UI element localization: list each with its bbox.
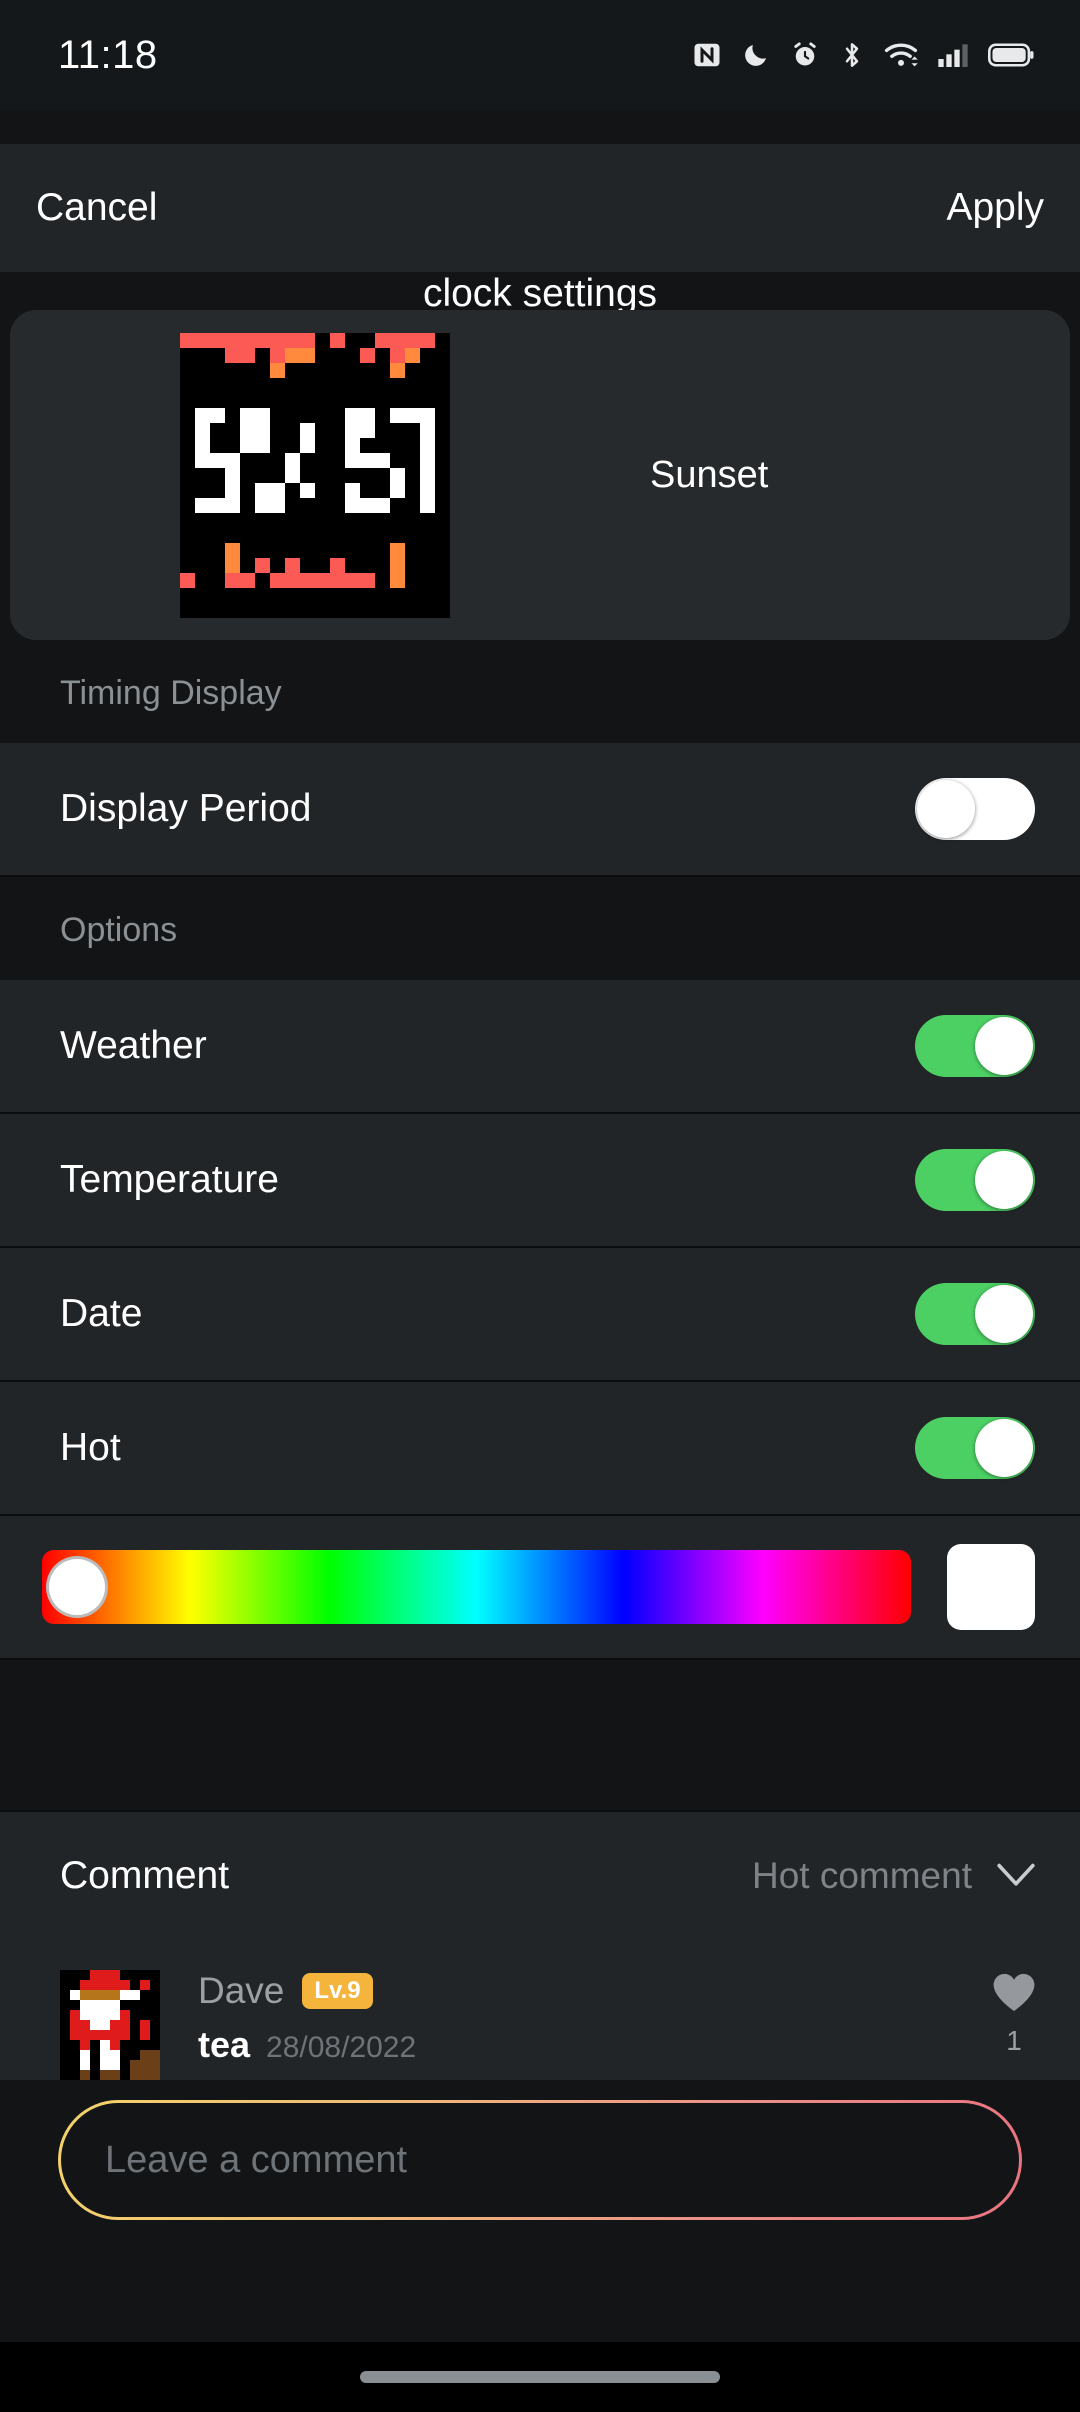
toggle-knob: [975, 1017, 1033, 1075]
weather-toggle[interactable]: [915, 1015, 1035, 1077]
comment-author-line: Dave Lv.9: [198, 1970, 990, 2012]
navbar-wrapper: Cancel Apply clock settings: [0, 144, 1080, 315]
row-temperature[interactable]: Temperature: [0, 1114, 1080, 1248]
comment-section-header: Comment Hot comment: [0, 1810, 1080, 1940]
clock-preview-card[interactable]: Sunset: [10, 310, 1070, 640]
temperature-toggle[interactable]: [915, 1149, 1035, 1211]
comment-date: 28/08/2022: [266, 2031, 417, 2064]
comment-title: Comment: [60, 1854, 230, 1897]
hot-toggle[interactable]: [915, 1417, 1035, 1479]
hot-label: Hot: [60, 1426, 121, 1469]
home-indicator[interactable]: [360, 2371, 720, 2383]
display-period-toggle[interactable]: [915, 778, 1035, 840]
row-display-period[interactable]: Display Period: [0, 743, 1080, 877]
comment-like-group[interactable]: 1: [990, 1970, 1038, 2056]
comment-sort-label: Hot comment: [751, 1855, 972, 1896]
date-toggle[interactable]: [915, 1283, 1035, 1345]
bluetooth-icon: [839, 40, 865, 70]
status-bar-icons: [692, 40, 1034, 70]
nav-top-spacer: [0, 110, 1080, 144]
navbar: Cancel Apply: [0, 144, 1080, 272]
comment-author-name: Dave: [198, 1970, 285, 2011]
wifi-icon: [884, 41, 918, 69]
like-count: 1: [1006, 2025, 1022, 2056]
row-date[interactable]: Date: [0, 1248, 1080, 1382]
toggle-knob: [975, 1285, 1033, 1343]
chevron-down-icon: [994, 1860, 1038, 1893]
preview-card-area: Sunset: [0, 272, 1080, 640]
toggle-knob: [975, 1419, 1033, 1477]
comment-body: Dave Lv.9 tea 28/08/2022: [198, 1970, 990, 2065]
comment-sort-dropdown[interactable]: Hot comment: [752, 1855, 1038, 1897]
row-hot[interactable]: Hot: [0, 1382, 1080, 1516]
comment-text-line: tea 28/08/2022: [198, 2024, 990, 2066]
nfc-icon: [692, 40, 722, 70]
date-label: Date: [60, 1292, 143, 1335]
toggle-knob: [917, 780, 975, 838]
alarm-icon: [790, 40, 820, 70]
comment-input-placeholder: Leave a comment: [105, 2138, 408, 2181]
options-section-header: Options: [0, 877, 1080, 980]
content-spacer: [0, 1660, 1080, 1810]
comment-input-area: Leave a comment: [0, 2080, 1080, 2220]
timing-display-section-header: Timing Display: [0, 640, 1080, 743]
cellular-signal-icon: [937, 41, 969, 69]
battery-icon: [988, 42, 1034, 68]
cancel-button[interactable]: Cancel: [36, 186, 157, 230]
level-badge: Lv.9: [302, 1973, 373, 2009]
theme-name-label: Sunset: [650, 453, 769, 496]
home-indicator-area: [0, 2342, 1080, 2412]
color-picker-row[interactable]: [0, 1516, 1080, 1660]
toggle-knob: [975, 1151, 1033, 1209]
comment-list-item[interactable]: Dave Lv.9 tea 28/08/2022 1: [0, 1940, 1080, 2080]
do-not-disturb-icon: [741, 40, 771, 70]
avatar[interactable]: [60, 1970, 160, 2080]
hue-slider[interactable]: [42, 1550, 911, 1624]
clock-pixel-art: [180, 332, 450, 618]
apply-button[interactable]: Apply: [946, 186, 1044, 230]
hue-slider-thumb[interactable]: [46, 1556, 108, 1618]
display-period-label: Display Period: [60, 787, 312, 830]
row-weather[interactable]: Weather: [0, 980, 1080, 1114]
comment-input-field[interactable]: Leave a comment: [58, 2100, 1022, 2220]
weather-label: Weather: [60, 1024, 207, 1067]
selected-color-swatch[interactable]: [947, 1544, 1035, 1630]
temperature-label: Temperature: [60, 1158, 279, 1201]
heart-icon[interactable]: [990, 1970, 1038, 2019]
status-bar-clock: 11:18: [58, 32, 158, 77]
status-bar: 11:18: [0, 0, 1080, 110]
phone-screen: 11:18 Cancel Apply clock settings Sunset…: [0, 0, 1080, 2412]
comment-text: tea: [198, 2024, 251, 2065]
